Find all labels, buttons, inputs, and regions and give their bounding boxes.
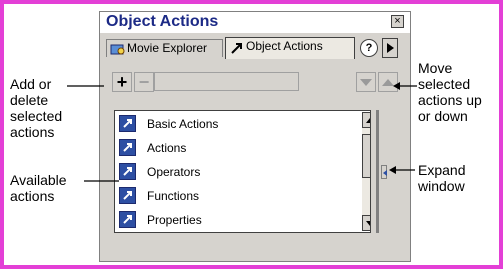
expand-window-handle[interactable] (381, 165, 387, 179)
callout-expand-window: Expand window (418, 162, 466, 194)
add-action-button[interactable]: + (112, 72, 132, 92)
callout-add-delete: Add or delete selected actions (10, 76, 63, 140)
triangle-down-icon (366, 221, 370, 226)
tab-row: Movie Explorer Object Actions ? (106, 37, 406, 59)
tab-movie-explorer[interactable]: Movie Explorer (106, 39, 223, 57)
action-book-icon (119, 187, 136, 204)
scroll-up-button[interactable] (362, 112, 370, 128)
pane-divider[interactable] (376, 110, 379, 233)
triangle-left-icon (383, 170, 387, 176)
help-button[interactable]: ? (360, 39, 378, 57)
action-book-icon (119, 211, 136, 228)
scroll-down-button[interactable] (362, 215, 370, 231)
triangle-down-icon (360, 79, 372, 86)
tab-label: Movie Explorer (127, 41, 208, 55)
list-scrollbar[interactable] (362, 112, 370, 231)
callout-available-actions: Available actions (10, 172, 67, 204)
close-button[interactable]: × (391, 15, 404, 28)
action-field[interactable] (154, 72, 299, 91)
list-item-label: Properties (147, 213, 202, 227)
list-item-label: Functions (147, 189, 200, 203)
action-book-icon (119, 139, 136, 156)
tab-scroll-right-button[interactable] (382, 38, 398, 58)
scrollbar-thumb[interactable] (362, 134, 370, 178)
movie-explorer-icon (110, 44, 125, 55)
tab-object-actions[interactable]: Object Actions (225, 37, 355, 59)
callout-move-actions: Move selected actions up or down (418, 60, 482, 124)
list-item-label: Basic Actions (147, 117, 219, 131)
action-book-icon (119, 115, 136, 132)
available-actions-list: Basic Actions Actions Operators Function… (114, 110, 371, 233)
list-item[interactable]: Properties (119, 210, 359, 232)
panel-titlebar[interactable]: Object Actions × (100, 12, 410, 33)
triangle-up-icon (366, 118, 370, 123)
list-item[interactable]: Functions (119, 186, 359, 208)
list-item[interactable]: Operators (119, 162, 359, 184)
triangle-right-icon (387, 43, 394, 53)
list-item[interactable]: Actions (119, 138, 359, 160)
list-item[interactable]: Basic Actions (119, 114, 359, 136)
delete-action-button[interactable]: − (134, 72, 154, 92)
list-item-label: Actions (147, 141, 187, 155)
action-book-icon (119, 163, 136, 180)
panel-title: Object Actions (106, 13, 219, 30)
list-item-label: Operators (147, 165, 201, 179)
tab-label: Object Actions (246, 39, 323, 53)
move-up-button[interactable] (378, 72, 398, 92)
object-actions-icon (231, 43, 242, 54)
object-actions-panel: Object Actions × Movie Explorer Object A… (99, 11, 411, 262)
move-down-button[interactable] (356, 72, 376, 92)
triangle-up-icon (382, 79, 394, 86)
action-toolbar: + − (106, 71, 406, 97)
